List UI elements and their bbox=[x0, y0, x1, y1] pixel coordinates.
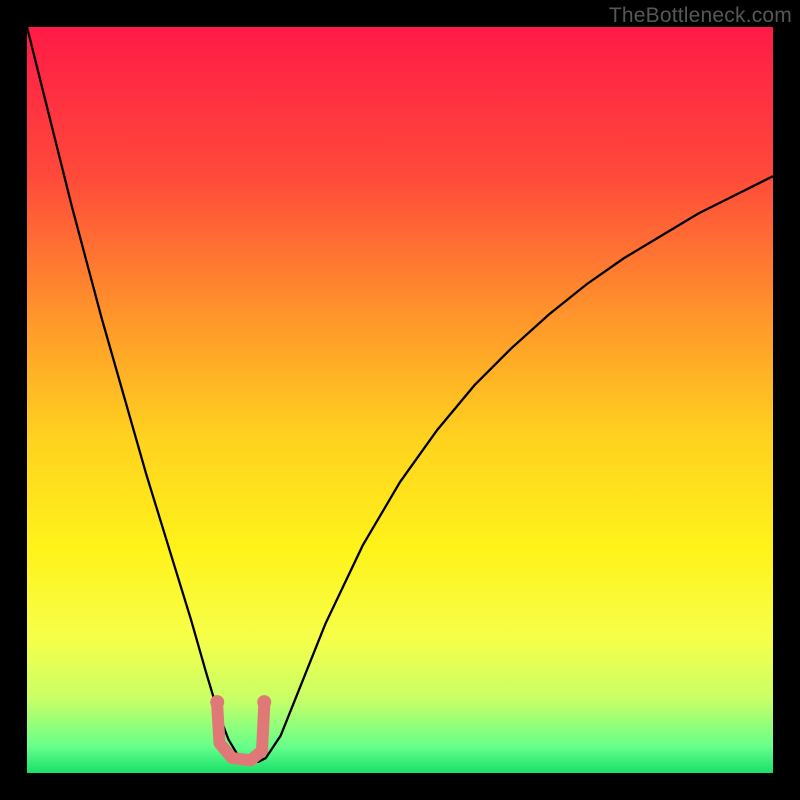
bottleneck-chart bbox=[27, 27, 773, 773]
chart-frame bbox=[27, 27, 773, 773]
watermark-text: TheBottleneck.com bbox=[609, 4, 792, 28]
gradient-background bbox=[27, 27, 773, 773]
